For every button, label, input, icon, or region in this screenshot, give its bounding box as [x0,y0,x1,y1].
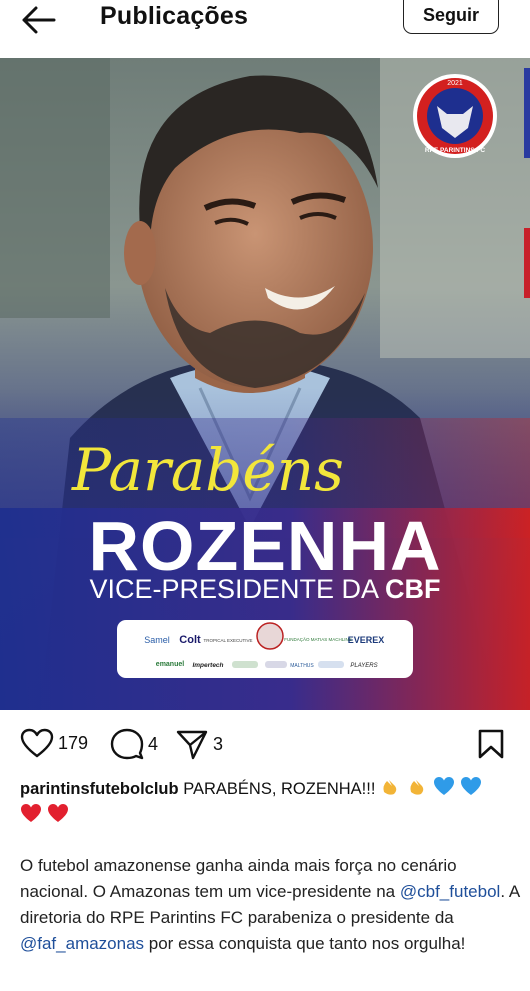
sponsor-logo [232,661,258,668]
sponsor-logo: Colt [179,634,201,646]
blue-heart-emoji [460,777,481,795]
username-link[interactable]: parintinsfutebolclub [20,780,179,798]
paper-plane-icon [176,730,208,760]
share-button[interactable]: 3 [175,728,223,760]
sponsor-logo: FUNDAÇÃO MATIAS MACHLINE [284,636,351,642]
banner-script: Parabéns [71,436,344,504]
comment-button[interactable]: 4 [110,728,158,760]
clapping-hands-emoji [410,780,423,795]
like-button[interactable]: 179 [20,728,88,758]
svg-text:VICE-PRESIDENTE DA CBF: VICE-PRESIDENTE DA CBF [89,574,440,604]
caption-headline: PARABÉNS, ROZENHA!!! [183,779,376,798]
sponsor-logo: TROPICAL EXECUTIVE [203,638,252,643]
bookmark-icon [478,729,504,759]
sponsor-logo: Samel [144,635,170,645]
arrow-left-icon [22,6,56,34]
blue-heart-emoji [434,777,455,795]
sponsor-logo: emanuel [156,661,184,668]
action-bar: 179 4 3 [0,720,530,766]
red-heart-emoji [21,804,41,822]
save-button[interactable] [477,728,505,760]
club-badge: 2021 RPE PARINTINS FC [413,74,497,158]
clapping-hands-emoji [383,780,397,795]
sponsor-logo [265,661,287,668]
top-bar: Publicações Seguir [0,0,530,58]
sponsor-logo [318,661,344,668]
sponsor-logo: PLAYERS [350,663,377,669]
comment-bubble-icon [110,728,144,760]
sponsor-logo: EVEREX [348,635,385,645]
banner-role: VICE-PRESIDENTE DA [89,574,385,604]
page-title: Publicações [100,2,249,30]
sponsor-logo [256,622,284,650]
sponsor-logo: Impertech [192,662,223,669]
back-button[interactable] [18,4,58,36]
comment-count: 4 [148,733,159,754]
like-count: 179 [58,732,89,753]
sponsors-box: Samel Colt TROPICAL EXECUTIVE FUNDAÇÃO M… [117,620,413,678]
heart-outline-icon [20,728,54,758]
banner-role-bold: CBF [385,574,441,604]
caption-body: O futebol amazonense ganha ainda mais fo… [20,853,520,957]
mention-link[interactable]: @cbf_futebol [400,882,500,901]
mention-link[interactable]: @faf_amazonas [20,934,144,953]
sponsor-logo: MALTHUS [290,663,314,669]
red-heart-emoji [47,804,68,822]
badge-year: 2021 [447,80,463,87]
caption-text: por essa conquista que tanto nos orgulha… [144,934,466,953]
caption-emojis-2 [20,803,69,830]
caption-text: O futebol amazonense ganha ainda mais fo… [20,856,457,901]
badge-name: RPE PARINTINS FC [425,147,485,154]
post-image[interactable]: 2021 RPE PARINTINS FC Parabéns ROZENHA V… [0,58,530,710]
share-count: 3 [213,733,224,754]
caption-emojis [380,776,482,803]
follow-button[interactable]: Seguir [403,0,499,34]
post-caption: parintinsfutebolclub PARABÉNS, ROZENHA!!… [20,776,515,830]
